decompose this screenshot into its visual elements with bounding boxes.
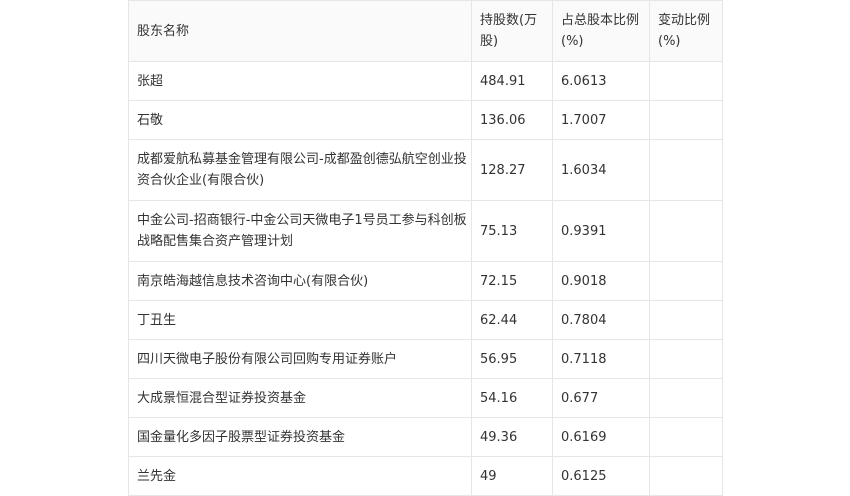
header-holder-name: 股东名称 <box>128 0 472 62</box>
holder-shares: 484.91 <box>471 61 553 101</box>
holder-change <box>649 378 723 418</box>
header-ratio: 占总股本比例(%) <box>552 0 650 62</box>
holder-change <box>649 417 723 457</box>
holder-shares: 136.06 <box>471 100 553 140</box>
table-row: 张超 484.91 6.0613 <box>128 61 723 101</box>
header-change: 变动比例(%) <box>649 0 723 62</box>
holder-ratio: 1.6034 <box>552 139 650 201</box>
holder-ratio: 0.9018 <box>552 261 650 301</box>
shareholder-table: 股东名称 持股数(万股) 占总股本比例(%) 变动比例(%) 张超 484.91… <box>128 0 723 496</box>
table-row: 成都爱航私募基金管理有限公司-成都盈创德弘航空创业投资合伙企业(有限合伙) 12… <box>128 139 723 201</box>
holder-change <box>649 261 723 301</box>
holder-ratio: 0.7804 <box>552 300 650 340</box>
table-row: 中金公司-招商银行-中金公司天微电子1号员工参与科创板战略配售集合资产管理计划 … <box>128 200 723 262</box>
table-row: 大成景恒混合型证券投资基金 54.16 0.677 <box>128 378 723 418</box>
holder-ratio: 0.677 <box>552 378 650 418</box>
holder-ratio: 0.6169 <box>552 417 650 457</box>
table-row: 丁丑生 62.44 0.7804 <box>128 300 723 340</box>
holder-name: 四川天微电子股份有限公司回购专用证券账户 <box>128 339 472 379</box>
holder-change <box>649 456 723 496</box>
holder-change <box>649 100 723 140</box>
holder-shares: 49 <box>471 456 553 496</box>
holder-change <box>649 61 723 101</box>
holder-shares: 49.36 <box>471 417 553 457</box>
holder-change <box>649 200 723 262</box>
table-row: 国金量化多因子股票型证券投资基金 49.36 0.6169 <box>128 417 723 457</box>
holder-change <box>649 139 723 201</box>
holder-shares: 75.13 <box>471 200 553 262</box>
table-header-row: 股东名称 持股数(万股) 占总股本比例(%) 变动比例(%) <box>128 0 723 62</box>
shareholder-table-container: 股东名称 持股数(万股) 占总股本比例(%) 变动比例(%) 张超 484.91… <box>128 0 723 496</box>
table-row: 四川天微电子股份有限公司回购专用证券账户 56.95 0.7118 <box>128 339 723 379</box>
table-row: 石敬 136.06 1.7007 <box>128 100 723 140</box>
table-row: 兰先金 49 0.6125 <box>128 456 723 496</box>
holder-name: 兰先金 <box>128 456 472 496</box>
holder-shares: 56.95 <box>471 339 553 379</box>
holder-name: 石敬 <box>128 100 472 140</box>
header-shares: 持股数(万股) <box>471 0 553 62</box>
holder-ratio: 0.6125 <box>552 456 650 496</box>
table-row: 南京皓海越信息技术咨询中心(有限合伙) 72.15 0.9018 <box>128 261 723 301</box>
holder-name: 南京皓海越信息技术咨询中心(有限合伙) <box>128 261 472 301</box>
holder-name: 中金公司-招商银行-中金公司天微电子1号员工参与科创板战略配售集合资产管理计划 <box>128 200 472 262</box>
holder-change <box>649 300 723 340</box>
holder-shares: 72.15 <box>471 261 553 301</box>
holder-ratio: 1.7007 <box>552 100 650 140</box>
holder-ratio: 0.9391 <box>552 200 650 262</box>
holder-change <box>649 339 723 379</box>
holder-ratio: 0.7118 <box>552 339 650 379</box>
holder-ratio: 6.0613 <box>552 61 650 101</box>
holder-name: 成都爱航私募基金管理有限公司-成都盈创德弘航空创业投资合伙企业(有限合伙) <box>128 139 472 201</box>
holder-shares: 54.16 <box>471 378 553 418</box>
holder-name: 大成景恒混合型证券投资基金 <box>128 378 472 418</box>
holder-shares: 62.44 <box>471 300 553 340</box>
holder-name: 国金量化多因子股票型证券投资基金 <box>128 417 472 457</box>
holder-name: 张超 <box>128 61 472 101</box>
holder-shares: 128.27 <box>471 139 553 201</box>
holder-name: 丁丑生 <box>128 300 472 340</box>
